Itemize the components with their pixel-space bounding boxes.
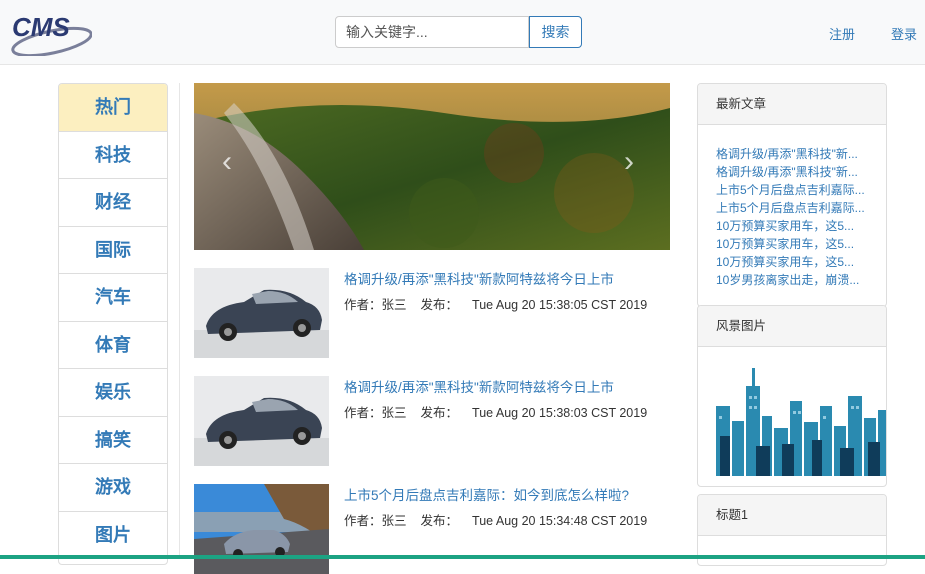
category-item-international[interactable]: 国际 <box>59 226 167 274</box>
article-date: Tue Aug 20 15:34:48 CST 2019 <box>472 514 648 528</box>
article-title[interactable]: 格调升级/再添"黑科技"新款阿特兹将今日上市 <box>344 268 614 288</box>
panel-title: 标题1 <box>698 495 886 536</box>
article-thumbnail[interactable] <box>194 268 329 358</box>
category-item-pictures[interactable]: 图片 <box>59 511 167 559</box>
category-item-games[interactable]: 游戏 <box>59 464 167 512</box>
article-thumbnail[interactable] <box>194 376 329 466</box>
svg-text:CMS: CMS <box>12 12 70 42</box>
category-item-sports[interactable]: 体育 <box>59 321 167 369</box>
cms-logo[interactable]: CMS <box>8 8 93 58</box>
category-item-hot[interactable]: 热门 <box>59 84 167 132</box>
scenery-panel: 风景图片 <box>697 305 887 487</box>
article-thumbnail[interactable] <box>194 484 329 574</box>
category-sidebar: 热门 科技 财经 国际 汽车 体育 娱乐 搞笑 游戏 图片 <box>58 83 168 565</box>
carousel-image <box>194 83 670 250</box>
recent-article-link[interactable]: 10万预算买家用车，这5... <box>716 217 866 235</box>
bottom-accent-line <box>0 555 925 559</box>
article-item: 格调升级/再添"黑科技"新款阿特兹将今日上市 作者：张三 发布： Tue Aug 2… <box>194 268 674 358</box>
recent-article-link[interactable]: 上市5个月后盘点吉利嘉际... <box>716 199 866 217</box>
article-title[interactable]: 上市5个月后盘点吉利嘉际：如今到底怎么样啦? <box>344 484 629 504</box>
article-author: 作者：张三 <box>344 298 407 312</box>
panel-title: 最新文章 <box>698 84 886 125</box>
category-item-finance[interactable]: 财经 <box>59 179 167 227</box>
city-skyline-image[interactable] <box>716 366 886 476</box>
article-date: Tue Aug 20 15:38:03 CST 2019 <box>472 406 648 420</box>
recent-article-link[interactable]: 上市5个月后盘点吉利嘉际... <box>716 181 866 199</box>
search-input[interactable] <box>335 16 529 48</box>
article-item: 格调升级/再添"黑科技"新款阿特兹将今日上市 作者：张三 发布： Tue Aug 2… <box>194 376 674 466</box>
login-link[interactable]: 登录 <box>891 24 917 43</box>
article-date: Tue Aug 20 15:38:05 CST 2019 <box>472 298 648 312</box>
recent-articles-list: 格调升级/再添"黑科技"新... 格调升级/再添"黑科技"新... 上市5个月后… <box>698 125 886 289</box>
category-item-entertainment[interactable]: 娱乐 <box>59 369 167 417</box>
recent-article-link[interactable]: 10万预算买家用车，这5... <box>716 253 866 271</box>
article-meta: 作者：张三 发布： Tue Aug 20 15:38:03 CST 2019 <box>344 402 661 421</box>
column-divider <box>179 83 180 559</box>
recent-article-link[interactable]: 10岁男孩离家出走，崩溃... <box>716 271 866 289</box>
recent-article-link[interactable]: 10万预算买家用车，这5... <box>716 235 866 253</box>
recent-article-link[interactable]: 格调升级/再添"黑科技"新... <box>716 163 866 181</box>
article-author: 作者：张三 <box>344 514 407 528</box>
recent-articles-panel: 最新文章 格调升级/再添"黑科技"新... 格调升级/再添"黑科技"新... 上… <box>697 83 887 307</box>
article-author: 作者：张三 <box>344 406 407 420</box>
article-meta: 作者：张三 发布： Tue Aug 20 15:38:05 CST 2019 <box>344 294 661 313</box>
search-button[interactable]: 搜索 <box>529 16 582 48</box>
image-carousel[interactable]: ‹ › <box>194 83 670 250</box>
article-title[interactable]: 格调升级/再添"黑科技"新款阿特兹将今日上市 <box>344 376 614 396</box>
article-item: 上市5个月后盘点吉利嘉际：如今到底怎么样啦? 作者：张三 发布： Tue Aug 2… <box>194 484 674 574</box>
article-publish-label: 发布： <box>420 406 459 420</box>
category-item-tech[interactable]: 科技 <box>59 131 167 179</box>
recent-article-link[interactable]: 格调升级/再添"黑科技"新... <box>716 145 866 163</box>
register-link[interactable]: 注册 <box>829 24 855 43</box>
article-publish-label: 发布： <box>420 514 459 528</box>
carousel-prev-icon[interactable]: ‹ <box>222 147 232 177</box>
carousel-next-icon[interactable]: › <box>624 147 634 177</box>
panel-title: 风景图片 <box>698 306 886 347</box>
category-item-funny[interactable]: 搞笑 <box>59 416 167 464</box>
article-meta: 作者：张三 发布： Tue Aug 20 15:34:48 CST 2019 <box>344 510 661 529</box>
article-publish-label: 发布： <box>420 298 459 312</box>
top-navbar: CMS 搜索 注册 登录 <box>0 0 925 65</box>
category-item-auto[interactable]: 汽车 <box>59 274 167 322</box>
